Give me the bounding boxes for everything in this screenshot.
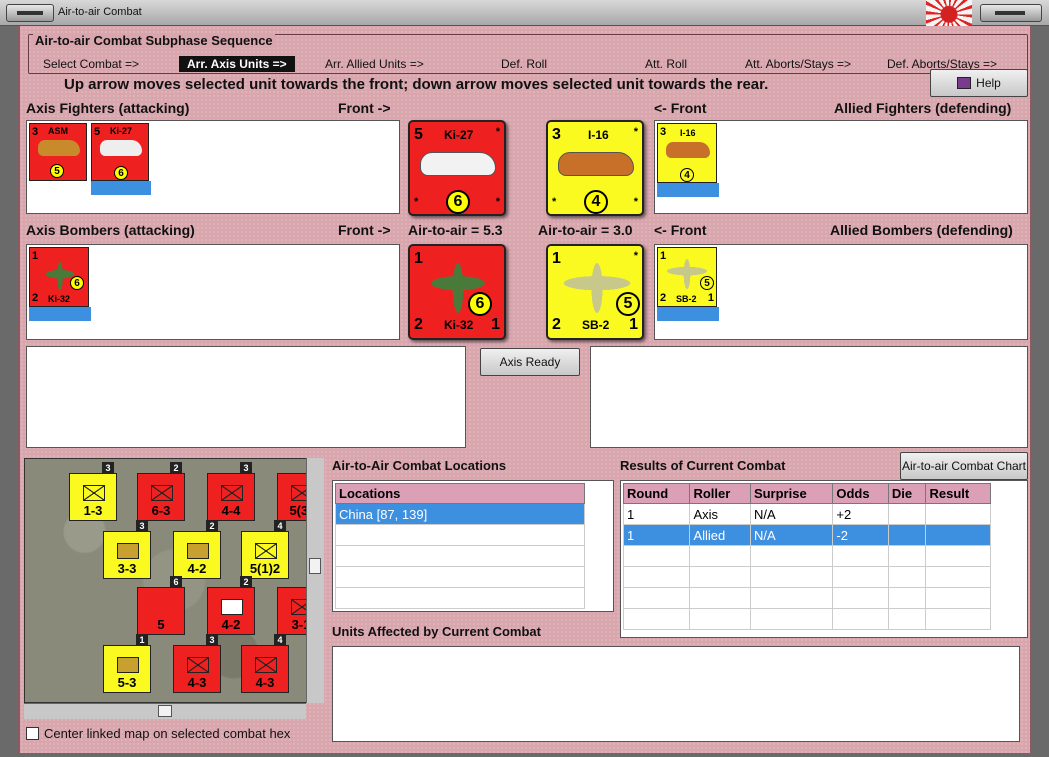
map-counter[interactable]: 3 4-3 — [173, 634, 221, 693]
allied-bombers-panel[interactable]: 1 5 2 SB-2 1 — [654, 244, 1028, 340]
locations-table: Locations China [87, 139] — [335, 483, 585, 609]
axis-fighters-label: Axis Fighters (attacking) — [26, 100, 190, 116]
axis-bombers-label: Axis Bombers (attacking) — [26, 222, 195, 238]
axis-bomber-counter-ki32[interactable]: 1 6 2 Ki-32 — [29, 247, 89, 307]
step-att-roll: Att. Roll — [645, 57, 688, 71]
help-label: Help — [976, 76, 1001, 90]
map-counter[interactable]: 3 3-3 — [103, 520, 151, 579]
japan-flag-icon — [926, 0, 972, 26]
axis-fighters-panel[interactable]: 3 ASM 5 5 Ki-27 6 — [26, 120, 400, 214]
locations-header: Locations — [335, 483, 585, 504]
subphase-sequence: Air-to-air Combat Subphase Sequence Sele… — [28, 33, 1028, 74]
axis-bombers-panel[interactable]: 1 6 2 Ki-32 — [26, 244, 400, 340]
locations-table-panel: Locations China [87, 139] — [332, 480, 614, 612]
map-counter[interactable]: 4 4-3 — [241, 634, 289, 693]
col-odds: Odds — [832, 483, 889, 504]
map-counter-selected-hex[interactable]: 65 — [137, 576, 185, 635]
map-counter[interactable]: 2 4-2 — [173, 520, 221, 579]
allied-air-to-air-value: Air-to-air = 3.0 — [538, 222, 633, 238]
large-allied-bomber-counter: 1 * 5 2 SB-2 1 — [546, 244, 644, 340]
allied-fighters-label: Allied Fighters (defending) — [834, 100, 1012, 116]
results-table-panel: Round Roller Surprise Odds Die Result 1 … — [620, 480, 1028, 638]
large-allied-fighter-counter: 3 I-16 * * * 4 — [546, 120, 644, 216]
instruction-text: Up arrow moves selected unit towards the… — [64, 76, 769, 93]
col-roller: Roller — [689, 483, 751, 504]
main-panel: Air-to-air Combat Subphase Sequence Sele… — [18, 26, 1032, 753]
col-die: Die — [887, 483, 927, 504]
map-counter[interactable]: 3 4-4 — [207, 462, 255, 521]
location-row-empty — [335, 566, 585, 588]
axis-front-label: Front -> — [338, 100, 391, 116]
step-arr-axis-units: Arr. Axis Units => — [179, 56, 295, 72]
units-affected-panel — [332, 646, 1020, 742]
minimize-button[interactable] — [980, 4, 1042, 22]
map-counter[interactable]: 4 5(1)2 — [241, 520, 289, 579]
plane-icon — [100, 140, 142, 156]
step-select-combat: Select Combat => — [43, 57, 140, 71]
axis-air-to-air-value: Air-to-air = 5.3 — [408, 222, 503, 238]
units-affected-label: Units Affected by Current Combat — [332, 624, 541, 639]
plane-icon — [666, 142, 710, 158]
air-to-air-chart-button[interactable]: Air-to-air Combat Chart — [900, 452, 1028, 480]
axis-fighter-counter-asm[interactable]: 3 ASM 5 — [29, 123, 87, 181]
allied-fighter-counter-i16[interactable]: 3 I-16 4 — [657, 123, 717, 183]
step-arr-allied-units: Arr. Allied Units => — [325, 57, 424, 71]
location-row-empty — [335, 524, 585, 546]
selection-bar — [657, 183, 719, 197]
center-map-label: Center linked map on selected combat hex — [44, 726, 291, 741]
axis-fighter-counter-ki27[interactable]: 5 Ki-27 6 — [91, 123, 149, 181]
step-att-aborts: Att. Aborts/Stays => — [745, 57, 852, 71]
allied-notes-panel — [590, 346, 1028, 448]
map-counter[interactable]: 3 1-3 — [69, 462, 117, 521]
map-counter[interactable]: 2 4-2 — [207, 576, 255, 635]
linked-map[interactable]: 31-3 26-3 34-4 45(3) 33-3 24-2 45(1)2 65… — [24, 458, 324, 703]
axis-ready-button[interactable]: Axis Ready — [480, 348, 580, 376]
location-row-empty — [335, 545, 585, 567]
step-def-roll: Def. Roll — [501, 57, 548, 71]
allied-bombers-front-label: <- Front — [654, 222, 707, 238]
col-surprise: Surprise — [749, 483, 834, 504]
selection-bar — [29, 307, 91, 321]
axis-bombers-front-label: Front -> — [338, 222, 391, 238]
scroll-thumb[interactable] — [309, 558, 321, 574]
location-row-empty — [335, 587, 585, 609]
plane-icon — [420, 152, 496, 176]
window-title: Air-to-air Combat — [58, 6, 142, 18]
scroll-thumb[interactable] — [158, 705, 172, 717]
system-menu-button[interactable] — [6, 4, 54, 22]
results-row[interactable]: 1 Allied N/A -2 — [622, 524, 991, 546]
selection-bar — [91, 181, 151, 195]
axis-notes-panel — [26, 346, 466, 448]
col-round: Round — [622, 483, 691, 504]
selection-bar — [657, 307, 719, 321]
map-horizontal-scrollbar[interactable] — [24, 703, 306, 719]
center-map-checkbox[interactable] — [26, 727, 39, 740]
subphase-title: Air-to-air Combat Subphase Sequence — [33, 33, 275, 48]
allied-front-label: <- Front — [654, 100, 707, 116]
large-axis-bomber-counter: 1 6 2 Ki-32 1 — [408, 244, 506, 340]
results-table: Round Roller Surprise Odds Die Result 1 … — [622, 483, 991, 630]
allied-bombers-label: Allied Bombers (defending) — [830, 222, 1013, 238]
large-axis-fighter-counter: 5 Ki-27 * * * 6 — [408, 120, 506, 216]
plane-icon — [558, 152, 634, 176]
locations-label: Air-to-Air Combat Locations — [332, 458, 507, 473]
allied-bomber-counter-sb2[interactable]: 1 5 2 SB-2 1 — [657, 247, 717, 307]
location-row[interactable]: China [87, 139] — [335, 503, 585, 525]
results-row[interactable]: 1 Axis N/A +2 — [622, 503, 991, 525]
title-bar: Air-to-air Combat — [0, 0, 1049, 26]
window: Air-to-air Combat Air-to-air Combat Subp… — [0, 0, 1049, 757]
col-result: Result — [925, 483, 991, 504]
map-counter[interactable]: 2 6-3 — [137, 462, 185, 521]
allied-fighters-panel[interactable]: 3 I-16 4 — [654, 120, 1028, 214]
results-label: Results of Current Combat — [620, 458, 786, 473]
map-vertical-scrollbar[interactable] — [306, 458, 324, 703]
help-button[interactable]: Help — [930, 69, 1028, 97]
plane-icon — [38, 140, 80, 156]
map-counter[interactable]: 1 5-3 — [103, 634, 151, 693]
help-book-icon — [957, 77, 972, 89]
